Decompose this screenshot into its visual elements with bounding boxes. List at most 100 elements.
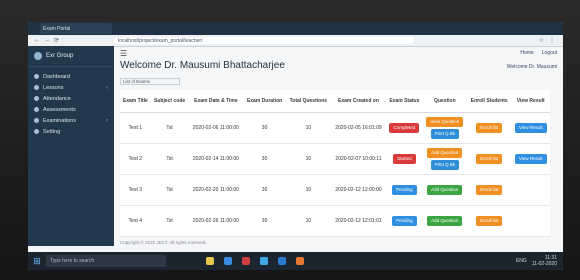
cell-questions: 10 <box>285 112 331 144</box>
sidebar-item-label: Examinations <box>43 117 77 124</box>
cell-question: View Question Print Q Bk <box>422 112 468 144</box>
menu-icon[interactable]: ⋮ <box>549 37 555 44</box>
cell-questions: 10 <box>285 205 331 237</box>
brand-name: Exr Group <box>46 53 74 59</box>
store-icon[interactable] <box>278 257 286 265</box>
browser-tab[interactable]: Exam Portal <box>40 23 112 34</box>
table-row: Test 2 Tst 2020-02-14 11:00:00 30 10 2020-02-… <box>120 143 550 175</box>
column-header: Exam Duration <box>243 90 286 113</box>
question-action-button[interactable]: Print Q Bk <box>430 129 460 139</box>
exams-table: Exam Title Subject code Exam Date & Time Ex… <box>120 90 550 237</box>
question-action-button[interactable]: Add Question <box>427 216 463 226</box>
bookmark-icon[interactable]: ☆ <box>539 37 544 44</box>
sidebar-item-dashboard[interactable]: Dashboard <box>28 71 114 82</box>
question-action-button[interactable]: Add Question <box>427 185 463 195</box>
hamburger-icon[interactable]: ☰ <box>120 49 127 58</box>
back-icon[interactable]: ← <box>34 37 40 44</box>
cell-created: 2020-02-12 12:00:00 <box>330 174 387 206</box>
enroll-button[interactable]: Enroll list <box>476 123 503 133</box>
table-header: Exam Title Subject code Exam Date & Time Ex… <box>120 90 550 113</box>
sidebar-item-label: Attendance <box>43 95 71 102</box>
column-header: Exam Created on <box>330 90 387 113</box>
top-right-links: Home Logout <box>520 50 557 56</box>
attendance-icon <box>34 96 39 101</box>
sidebar-item-assessments[interactable]: Assessments <box>28 104 114 115</box>
page-title: Welcome Dr. Mausumi Bhattacharjee <box>120 60 285 71</box>
cell-question: Add Question Print Q Bk <box>422 143 468 175</box>
taskbar-search-input[interactable]: Type here to search <box>46 255 166 267</box>
sidebar-item-setting[interactable]: Setting <box>28 126 114 137</box>
cell-questions: 10 <box>285 174 331 206</box>
status-button[interactable]: Started <box>393 154 416 164</box>
url-input[interactable]: localhost/project/exam_portal/teacher/ <box>114 37 414 44</box>
browser-icon[interactable] <box>260 257 268 265</box>
sidebar-item-label: Lessons <box>43 84 64 91</box>
assessments-icon <box>34 107 39 112</box>
question-action-button[interactable]: Print Q Bk <box>430 160 460 170</box>
sidebar-item-label: Assessments <box>43 106 76 113</box>
top-strip: ☰ Home Logout <box>114 46 563 60</box>
question-action-button[interactable]: View Question <box>426 117 464 127</box>
edge-icon[interactable] <box>224 257 232 265</box>
sidebar-item-attendance[interactable]: Attendance <box>28 93 114 104</box>
windows-start-icon[interactable]: ⊞ <box>28 252 46 270</box>
setting-icon <box>34 129 39 134</box>
logo-icon <box>34 52 42 60</box>
cell-result: View Result <box>511 143 550 175</box>
column-header: Question <box>422 90 468 113</box>
cell-datetime: 2020-02-06 11:00:00 <box>188 112 244 144</box>
cell-result <box>511 205 550 237</box>
column-header: Exam Date & Time <box>188 90 244 113</box>
cell-enroll: Enroll list <box>467 174 512 206</box>
question-action-button[interactable]: Add Question <box>427 148 463 158</box>
welcome-row: Welcome Dr. Mausumi Bhattacharjee Welcom… <box>114 60 563 76</box>
sidebar-item-label: Dashboard <box>43 73 70 80</box>
status-button[interactable]: Completed <box>389 123 420 133</box>
app-icon[interactable] <box>242 257 250 265</box>
view-result-button[interactable]: View Result <box>514 154 547 164</box>
file-explorer-icon[interactable] <box>206 257 214 265</box>
home-link[interactable]: Home <box>520 50 533 56</box>
browser-nav-buttons: ← → ⟳ <box>28 37 74 44</box>
sidebar-nav: Dashboard Lessons ‹ Attendance Assessment… <box>28 67 114 137</box>
sidebar-item-examinations[interactable]: Examinations ‹ <box>28 115 114 126</box>
table-row: Test 4 Tst 2020-02-26 11:00:00 30 10 2020-02-… <box>120 205 550 237</box>
cell-datetime: 2020-02-20 11:00:00 <box>188 174 244 206</box>
cell-status: Pending <box>386 174 423 206</box>
cell-subject: Tst <box>150 174 189 206</box>
status-button[interactable]: Pending <box>392 216 417 226</box>
enroll-button[interactable]: Enroll list <box>476 185 503 195</box>
taskbar: ⊞ Type here to search ENG 11:31 11-02-20… <box>28 252 563 270</box>
cell-status: Completed <box>386 112 423 144</box>
cell-result: View Result <box>511 112 550 144</box>
view-result-button[interactable]: View Result <box>514 123 547 133</box>
app-icon-2[interactable] <box>296 257 304 265</box>
tray-lang[interactable]: ENG <box>516 258 527 264</box>
cell-enroll: Enroll list <box>467 205 512 237</box>
column-header: Exam Status <box>386 90 423 113</box>
cell-created: 2020-02-07 10:00:11 <box>330 143 387 175</box>
table-body: Test 1 Tst 2020-02-06 11:00:00 30 10 2020-02-… <box>120 112 550 237</box>
cell-subject: Tst <box>150 112 189 144</box>
column-header: Enroll Students <box>467 90 512 113</box>
sidebar: Exr Group Dashboard Lessons ‹ Attendance … <box>28 46 114 246</box>
status-button[interactable]: Pending <box>392 185 417 195</box>
cell-subject: Tst <box>150 205 189 237</box>
logout-link[interactable]: Logout <box>542 50 557 56</box>
brand[interactable]: Exr Group <box>28 46 114 67</box>
sidebar-item-lessons[interactable]: Lessons ‹ <box>28 82 114 93</box>
enroll-button[interactable]: Enroll list <box>476 154 503 164</box>
cell-question: Add Question <box>422 174 468 206</box>
forward-icon[interactable]: → <box>44 37 50 44</box>
cell-datetime: 2020-02-14 11:00:00 <box>188 143 244 175</box>
column-header: Total Questions <box>285 90 331 113</box>
cell-status: Pending <box>386 205 423 237</box>
reload-icon[interactable]: ⟳ <box>54 37 59 44</box>
breadcrumb: List of Exams <box>120 78 180 85</box>
sidebar-item-label: Setting <box>43 128 61 135</box>
clock[interactable]: 11:31 11-02-2020 <box>532 255 557 267</box>
examinations-icon <box>34 118 39 123</box>
enroll-button[interactable]: Enroll list <box>476 216 503 226</box>
cell-questions: 10 <box>285 143 331 175</box>
cell-status: Started <box>386 143 423 175</box>
